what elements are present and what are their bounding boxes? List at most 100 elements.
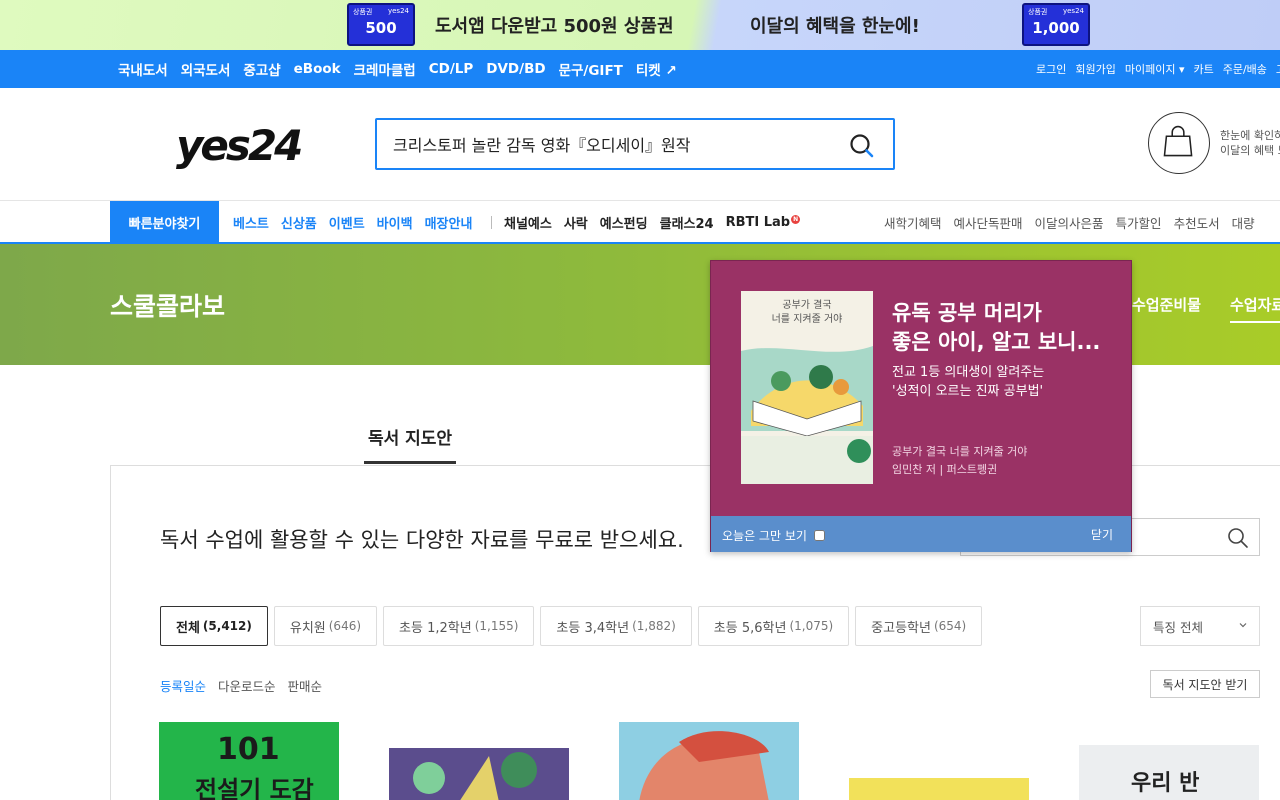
cart-link[interactable]: 카트 [1193, 61, 1213, 77]
book-thumbnail[interactable] [389, 748, 569, 800]
filter-label: 초등 5,6학년 [713, 620, 787, 636]
filter-count: (5,412) [202, 619, 252, 633]
popup-title: 유독 공부 머리가 좋은 아이, 알고 보니... [892, 299, 1100, 357]
benefit-line-2: 이달의 혜택 모 [1220, 144, 1280, 157]
nav-sarak[interactable]: 사락 [564, 213, 588, 232]
feature-select[interactable]: 특징 전체 [1140, 606, 1260, 646]
nav-exclusive-sale[interactable]: 예사단독판매 [954, 213, 1023, 232]
tab-class-supplies[interactable]: 수업준비물 [1132, 294, 1201, 315]
search-icon[interactable] [1227, 527, 1249, 549]
nav-semester-benefit[interactable]: 새학기혜택 [884, 213, 942, 232]
filter-elementary-3-4[interactable]: 초등 3,4학년 (1,882) [540, 606, 692, 646]
feature-select-value: 특징 전체 [1153, 619, 1203, 635]
tab-class-materials[interactable]: 수업자료 [1230, 294, 1280, 323]
filter-label: 유치원 [289, 620, 326, 636]
dont-show-checkbox[interactable] [813, 530, 825, 541]
benefit-text[interactable]: 한눈에 확인하 이달의 혜택 모 [1220, 128, 1280, 158]
search-icon[interactable] [849, 133, 875, 159]
nav-channel-yes[interactable]: 채널예스 [504, 213, 552, 232]
mypage-link[interactable]: 마이페이지 ▾ [1125, 61, 1185, 77]
nav-dvd-bd[interactable]: DVD/BD [486, 61, 545, 77]
quick-category-button[interactable]: 빠른분야찾기 [110, 201, 219, 243]
popup-title-line-1: 유독 공부 머리가 [892, 301, 1042, 325]
filter-all[interactable]: 전체 (5,412) [160, 606, 268, 646]
nav-buyback[interactable]: 바이백 [377, 213, 413, 232]
filter-label: 초등 3,4학년 [556, 620, 630, 636]
book-thumbnail[interactable] [849, 778, 1029, 800]
nav-event[interactable]: 이벤트 [329, 213, 365, 232]
book-thumbnail[interactable]: 우리 반 [1079, 745, 1259, 800]
order-delivery-link[interactable]: 주문/배송 [1223, 61, 1267, 77]
filter-middle-high[interactable]: 중고등학년 (654) [855, 606, 983, 646]
shopping-bag-icon [1163, 125, 1193, 157]
nav-best[interactable]: 베스트 [233, 213, 269, 232]
book-thumbnail[interactable]: 101 전설기 도감 [159, 722, 339, 800]
login-link[interactable]: 로그인 [1036, 61, 1066, 77]
category-links: 국내도서 외국도서 중고샵 eBook 크레마클럽 CD/LP DVD/BD 문… [118, 50, 677, 88]
voucher-brand: yes24 [387, 7, 409, 15]
nav-cd-lp[interactable]: CD/LP [429, 61, 474, 77]
nav-domestic-books[interactable]: 국내도서 [118, 59, 168, 79]
nav-crema-club[interactable]: 크레마클럽 [354, 59, 416, 79]
sort-by-date[interactable]: 등록일순 [160, 676, 206, 695]
nav-stationery-gift[interactable]: 문구/GIFT [559, 59, 623, 79]
promo-text-benefits[interactable]: 이달의 혜택을 한눈에! [750, 12, 920, 38]
yes24-logo[interactable]: yes24 [176, 120, 316, 170]
book-cover-art [413, 752, 537, 800]
search-box [375, 118, 895, 170]
filter-label: 중고등학년 [871, 620, 931, 636]
signup-link[interactable]: 회원가입 [1075, 61, 1115, 77]
popup-book-name: 공부가 결국 너를 지켜줄 거야 [892, 445, 1028, 458]
filter-kindergarten[interactable]: 유치원 (646) [273, 606, 378, 646]
nav-ticket[interactable]: 티켓 ↗ [636, 59, 677, 79]
nav-monthly-gift[interactable]: 이달의사은품 [1035, 213, 1104, 232]
voucher-brand: yes24 [1062, 7, 1084, 15]
nav-used-shop[interactable]: 중고샵 [243, 59, 280, 79]
sort-by-sales[interactable]: 판매순 [288, 676, 323, 695]
popup-book-cover[interactable]: 공부가 결국 너를 지켜줄 거야 [741, 291, 873, 484]
voucher-1000-image: 상품권 yes24 1,000 [1022, 3, 1090, 46]
nav-special-discount[interactable]: 특가할인 [1116, 213, 1162, 232]
promo-banner[interactable]: 상품권 yes24 500 도서앱 다운받고 500원 상품권 이달의 혜택을 한… [0, 0, 1280, 50]
filter-elementary-1-2[interactable]: 초등 1,2학년 (1,155) [383, 606, 535, 646]
dont-show-today[interactable]: 오늘은 그만 보기 [722, 527, 825, 544]
benefit-line-1: 한눈에 확인하 [1220, 129, 1280, 142]
nav-store-info[interactable]: 매장안내 [425, 213, 473, 232]
nav-yes-funding[interactable]: 예스펀딩 [600, 213, 648, 232]
nav-rbti-lab[interactable]: RBTI Lab N [725, 214, 801, 230]
nav-bulk[interactable]: 대량 [1232, 213, 1255, 232]
voucher-value: 500 [365, 19, 397, 37]
promo-popup[interactable]: 공부가 결국 너를 지켜줄 거야 유독 공부 머리가 좋은 아이, 알고 보니.… [710, 260, 1132, 552]
nav-class24[interactable]: 클래스24 [660, 213, 714, 232]
category-nav: 빠른분야찾기 베스트 신상품 이벤트 바이백 매장안내 채널예스 사락 예스펀딩… [0, 200, 1280, 244]
sort-options: 등록일순 다운로드순 판매순 [160, 676, 322, 695]
nav-recommended[interactable]: 추천도서 [1174, 213, 1220, 232]
filter-count: (654) [933, 619, 967, 633]
nav-foreign-books[interactable]: 외국도서 [181, 59, 231, 79]
promo-links: 새학기혜택 예사단독판매 이달의사은품 특가할인 추천도서 대량 [884, 201, 1255, 243]
service-links: 채널예스 사락 예스펀딩 클래스24 RBTI Lab N [504, 201, 801, 243]
filter-elementary-5-6[interactable]: 초등 5,6학년 (1,075) [697, 606, 850, 646]
book-cover-title: 101 [217, 732, 280, 767]
voucher-label: 상품권 [353, 8, 373, 16]
get-reading-guide-button[interactable]: 독서 지도안 받기 [1150, 670, 1260, 698]
sort-by-downloads[interactable]: 다운로드순 [218, 676, 276, 695]
book-thumbnail[interactable] [619, 722, 799, 800]
customer-center-link[interactable]: 고 [1276, 61, 1280, 77]
page-title: 스쿨콜라보 [110, 292, 226, 321]
book-cover-title: 우리 반 [1131, 771, 1200, 796]
section-headline: 독서 수업에 활용할 수 있는 다양한 자료를 무료로 받으세요. [160, 528, 684, 552]
search-input[interactable] [393, 132, 833, 156]
shop-links: 베스트 신상품 이벤트 바이백 매장안내 [233, 201, 472, 243]
popup-close-button[interactable]: 닫기 [1091, 526, 1113, 543]
dont-show-label: 오늘은 그만 보기 [722, 529, 807, 543]
nav-ebook[interactable]: eBook [294, 61, 341, 77]
filter-count: (646) [328, 619, 362, 633]
filter-label: 초등 1,2학년 [399, 620, 472, 636]
rbti-label: RBTI Lab [725, 214, 791, 230]
nav-new[interactable]: 신상품 [281, 213, 317, 232]
promo-text-app[interactable]: 도서앱 다운받고 500원 상품권 [435, 12, 674, 38]
popup-subtitle-line-1: 전교 1등 의대생이 알려주는 [892, 365, 1045, 380]
tab-reading-guide[interactable]: 독서 지도안 [364, 424, 456, 464]
benefit-bag-button[interactable] [1148, 112, 1210, 174]
